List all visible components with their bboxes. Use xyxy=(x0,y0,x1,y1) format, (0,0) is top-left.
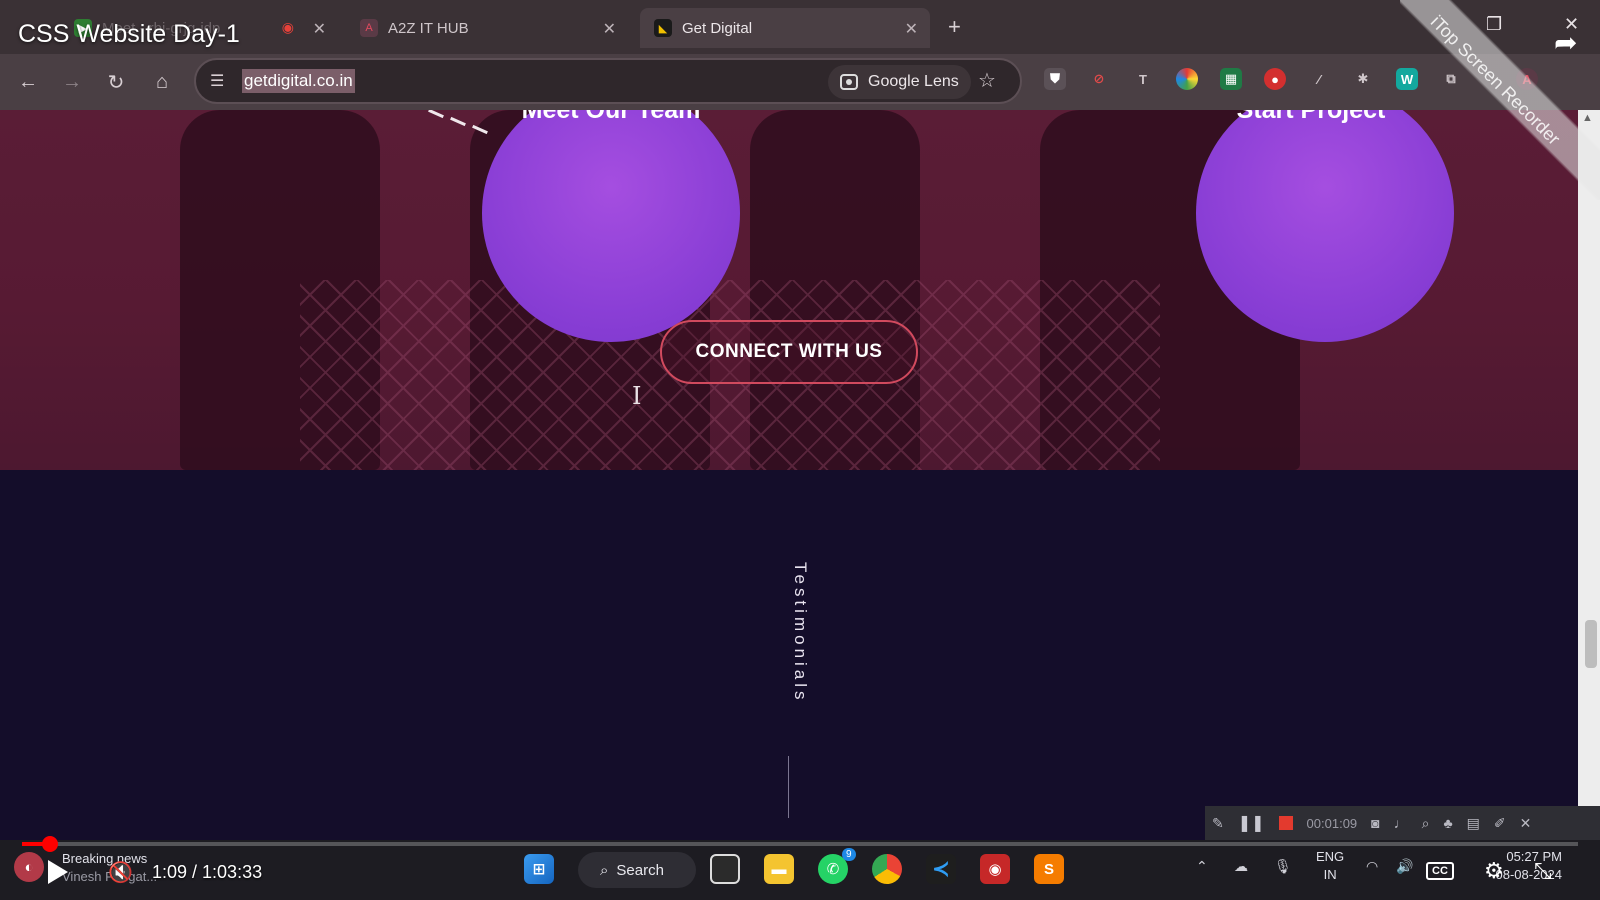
lens-icon xyxy=(840,74,858,90)
recorder-control-bar: ✎ ❚❚ 00:01:09 ◙ ♩ ⌕ ♣ ▤ ✐ ✕ xyxy=(1205,806,1600,840)
share-icon[interactable]: ➦ xyxy=(1554,26,1577,59)
tab-label: Get Digital xyxy=(682,19,753,37)
tune-icon[interactable]: ☰ xyxy=(210,71,224,91)
url-text[interactable]: getdigital.co.in xyxy=(242,69,355,93)
fullscreen-icon[interactable]: ⤡ xyxy=(1534,858,1552,884)
vertical-divider-line xyxy=(788,756,789,818)
taskbar-search[interactable]: ⌕ Search xyxy=(578,852,696,888)
stop-icon[interactable] xyxy=(1278,816,1293,830)
tab-a2z-it-hub[interactable]: A A2Z IT HUB ✕ xyxy=(346,8,628,48)
hero-section: Meet Our Team Start Project CONNECT WITH… xyxy=(0,110,1578,470)
microphone-icon[interactable]: 🎙 xyxy=(1274,858,1292,875)
closed-captions-button[interactable]: CC xyxy=(1426,862,1454,880)
screen-recorder-icon[interactable]: ◉ xyxy=(980,854,1010,884)
sublime-icon[interactable]: S xyxy=(1034,854,1064,884)
google-lens-button[interactable]: Google Lens xyxy=(828,65,971,99)
tab-get-digital[interactable]: ◣ Get Digital ✕ xyxy=(640,8,930,48)
recording-dot-icon: ◉ xyxy=(281,19,294,35)
video-time-display: 1:09 / 1:03:33 xyxy=(152,862,263,882)
back-icon[interactable]: ← xyxy=(14,68,42,96)
region-code: IN xyxy=(1323,867,1337,882)
file-explorer-icon[interactable]: ▬ xyxy=(764,854,794,884)
text-extension-icon[interactable]: T xyxy=(1132,68,1154,90)
a2z-favicon-icon: A xyxy=(360,19,378,37)
video-progress-knob[interactable] xyxy=(42,836,58,852)
onedrive-icon[interactable]: ☁ xyxy=(1234,858,1248,875)
decorative-dash xyxy=(450,116,466,127)
screen: ▶ Meet - rbi-grjq-idp ◉ ✕ A A2Z IT HUB ✕… xyxy=(0,0,1600,900)
close-tab-icon[interactable]: ✕ xyxy=(603,19,616,39)
windows-start-icon[interactable]: ⊞ xyxy=(524,854,554,884)
search-icon: ⌕ xyxy=(600,861,609,879)
connect-with-us-button[interactable]: CONNECT WITH US xyxy=(660,320,918,384)
new-tab-icon[interactable]: + xyxy=(948,14,961,40)
block-extension-icon[interactable]: ⊘ xyxy=(1088,68,1110,90)
chat-icon[interactable]: ▤ xyxy=(1467,815,1480,832)
pause-icon[interactable]: ❚❚ xyxy=(1238,813,1265,833)
testimonials-section xyxy=(0,470,1578,840)
settings-icon[interactable]: ⚙ xyxy=(1484,858,1504,884)
home-icon[interactable]: ⌂ xyxy=(148,68,176,96)
color-extension-icon[interactable] xyxy=(1176,68,1198,90)
vscode-icon[interactable]: ≺ xyxy=(926,854,956,884)
close-tab-icon[interactable]: ✕ xyxy=(313,19,326,39)
whatsapp-badge: 9 xyxy=(842,848,856,861)
search-label: Search xyxy=(616,861,664,879)
mic-muted-icon[interactable]: ♩ xyxy=(1394,815,1408,831)
record-extension-icon[interactable]: ● xyxy=(1264,68,1286,90)
eyedropper-extension-icon[interactable]: ⁄ xyxy=(1308,68,1330,90)
lens-label: Google Lens xyxy=(868,73,959,90)
scrollbar-track[interactable] xyxy=(1578,110,1600,840)
decorative-dash xyxy=(428,110,444,119)
play-icon[interactable] xyxy=(48,860,68,884)
mute-icon[interactable]: 🔇 xyxy=(108,860,133,885)
close-tab-icon[interactable]: ✕ xyxy=(905,19,918,39)
video-progress-track[interactable] xyxy=(22,842,1578,846)
close-recorder-icon[interactable]: ✕ xyxy=(1520,815,1532,832)
edit-icon[interactable]: ✐ xyxy=(1494,815,1506,832)
text-cursor-icon: I xyxy=(632,382,642,410)
zoom-icon[interactable]: ⌕ xyxy=(1422,815,1430,832)
tray-expand-icon[interactable]: ⌃ xyxy=(1196,858,1208,875)
bell-icon[interactable]: ♣ xyxy=(1443,815,1452,831)
sheets-extension-icon[interactable]: ▦ xyxy=(1220,68,1242,90)
forward-icon[interactable]: → xyxy=(58,68,86,96)
star-icon[interactable]: ☆ xyxy=(978,68,996,93)
testimonials-label: Testimonials xyxy=(791,562,810,704)
shield-extension-icon[interactable]: ⛊ xyxy=(1044,68,1066,90)
circle-label: Meet Our Team xyxy=(521,110,701,124)
scrollbar-thumb[interactable] xyxy=(1585,620,1597,668)
pen-icon[interactable]: ✎ xyxy=(1212,815,1224,832)
volume-icon[interactable]: 🔊 xyxy=(1396,858,1413,875)
recorder-timer: 00:01:09 xyxy=(1306,815,1358,831)
get-digital-favicon-icon: ◣ xyxy=(654,19,672,37)
language-code: ENG xyxy=(1316,849,1345,864)
wifi-icon[interactable]: ◠ xyxy=(1366,858,1378,875)
bug-extension-icon[interactable]: ✱ xyxy=(1352,68,1374,90)
camera-icon[interactable]: ◙ xyxy=(1371,815,1379,831)
language-indicator[interactable]: ENG IN xyxy=(1316,848,1344,884)
video-title: CSS Website Day-1 xyxy=(18,20,240,48)
reload-icon[interactable]: ↻ xyxy=(102,68,130,96)
chrome-icon[interactable] xyxy=(872,854,902,884)
browser-tab-bar: ▶ Meet - rbi-grjq-idp ◉ ✕ A A2Z IT HUB ✕… xyxy=(0,0,1600,54)
address-bar[interactable]: ☰ getdigital.co.in Google Lens ☆ xyxy=(194,58,1022,104)
tab-label: A2Z IT HUB xyxy=(388,19,469,37)
task-view-icon[interactable] xyxy=(710,854,740,884)
news-thumbnail-icon[interactable]: ◐ xyxy=(14,852,44,882)
